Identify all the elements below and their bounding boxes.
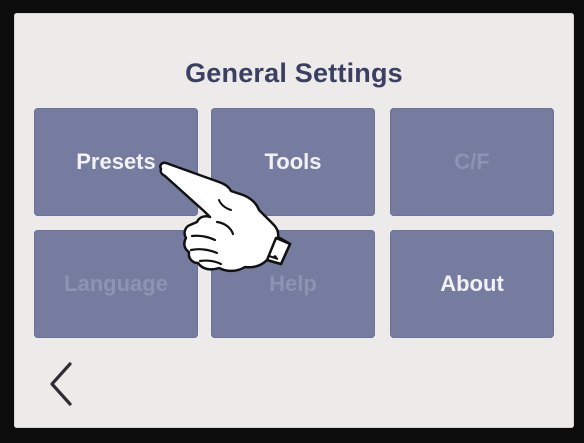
- touch-screen: General Settings Presets Tools C/F Langu…: [14, 13, 574, 428]
- presets-button[interactable]: Presets: [34, 108, 198, 216]
- about-button[interactable]: About: [390, 230, 554, 338]
- device-frame: General Settings Presets Tools C/F Langu…: [0, 0, 584, 443]
- language-button[interactable]: Language: [34, 230, 198, 338]
- help-button[interactable]: Help: [211, 230, 375, 338]
- chevron-left-icon: [50, 362, 72, 406]
- page-title: General Settings: [185, 58, 403, 88]
- settings-menu-grid: Presets Tools C/F Language Help About: [34, 108, 556, 338]
- back-button[interactable]: [42, 358, 82, 410]
- temperature-unit-button[interactable]: C/F: [390, 108, 554, 216]
- tools-button[interactable]: Tools: [211, 108, 375, 216]
